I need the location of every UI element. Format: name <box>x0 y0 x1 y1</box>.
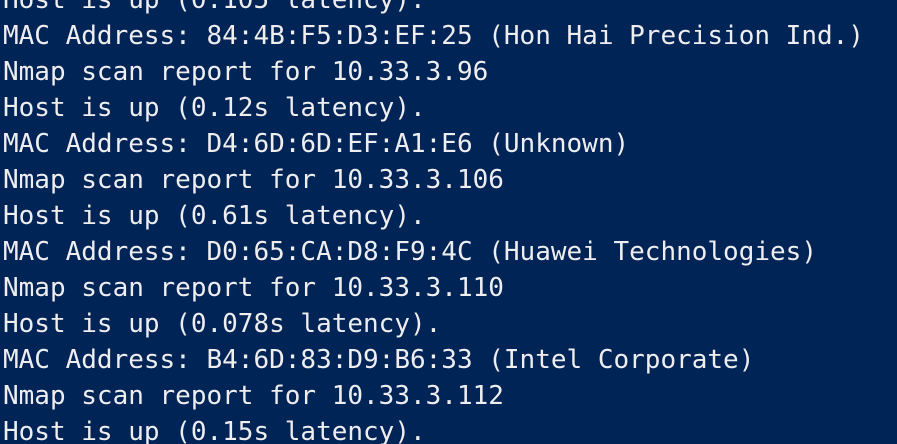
terminal-line: Nmap scan report for 10.33.3.96 <box>3 57 489 87</box>
terminal-line: MAC Address: D0:65:CA:D8:F9:4C (Huawei T… <box>3 237 817 267</box>
terminal-line: Host is up (0.61s latency). <box>3 201 426 231</box>
terminal-window[interactable]: Host is up (0.105 latency). MAC Address:… <box>0 0 897 444</box>
terminal-line: Host is up (0.105 latency). <box>3 0 426 15</box>
terminal-line: MAC Address: 84:4B:F5:D3:EF:25 (Hon Hai … <box>3 21 864 51</box>
terminal-line: MAC Address: D4:6D:6D:EF:A1:E6 (Unknown) <box>3 129 630 159</box>
terminal-line: Nmap scan report for 10.33.3.110 <box>3 273 504 303</box>
terminal-line: Host is up (0.15s latency). <box>3 417 426 444</box>
terminal-line: Nmap scan report for 10.33.3.106 <box>3 165 504 195</box>
terminal-line: Host is up (0.078s latency). <box>3 309 442 339</box>
terminal-line: Nmap scan report for 10.33.3.112 <box>3 381 504 411</box>
terminal-output: Host is up (0.105 latency). MAC Address:… <box>3 0 864 444</box>
terminal-line: Host is up (0.12s latency). <box>3 93 426 123</box>
terminal-line: MAC Address: B4:6D:83:D9:B6:33 (Intel Co… <box>3 345 755 375</box>
